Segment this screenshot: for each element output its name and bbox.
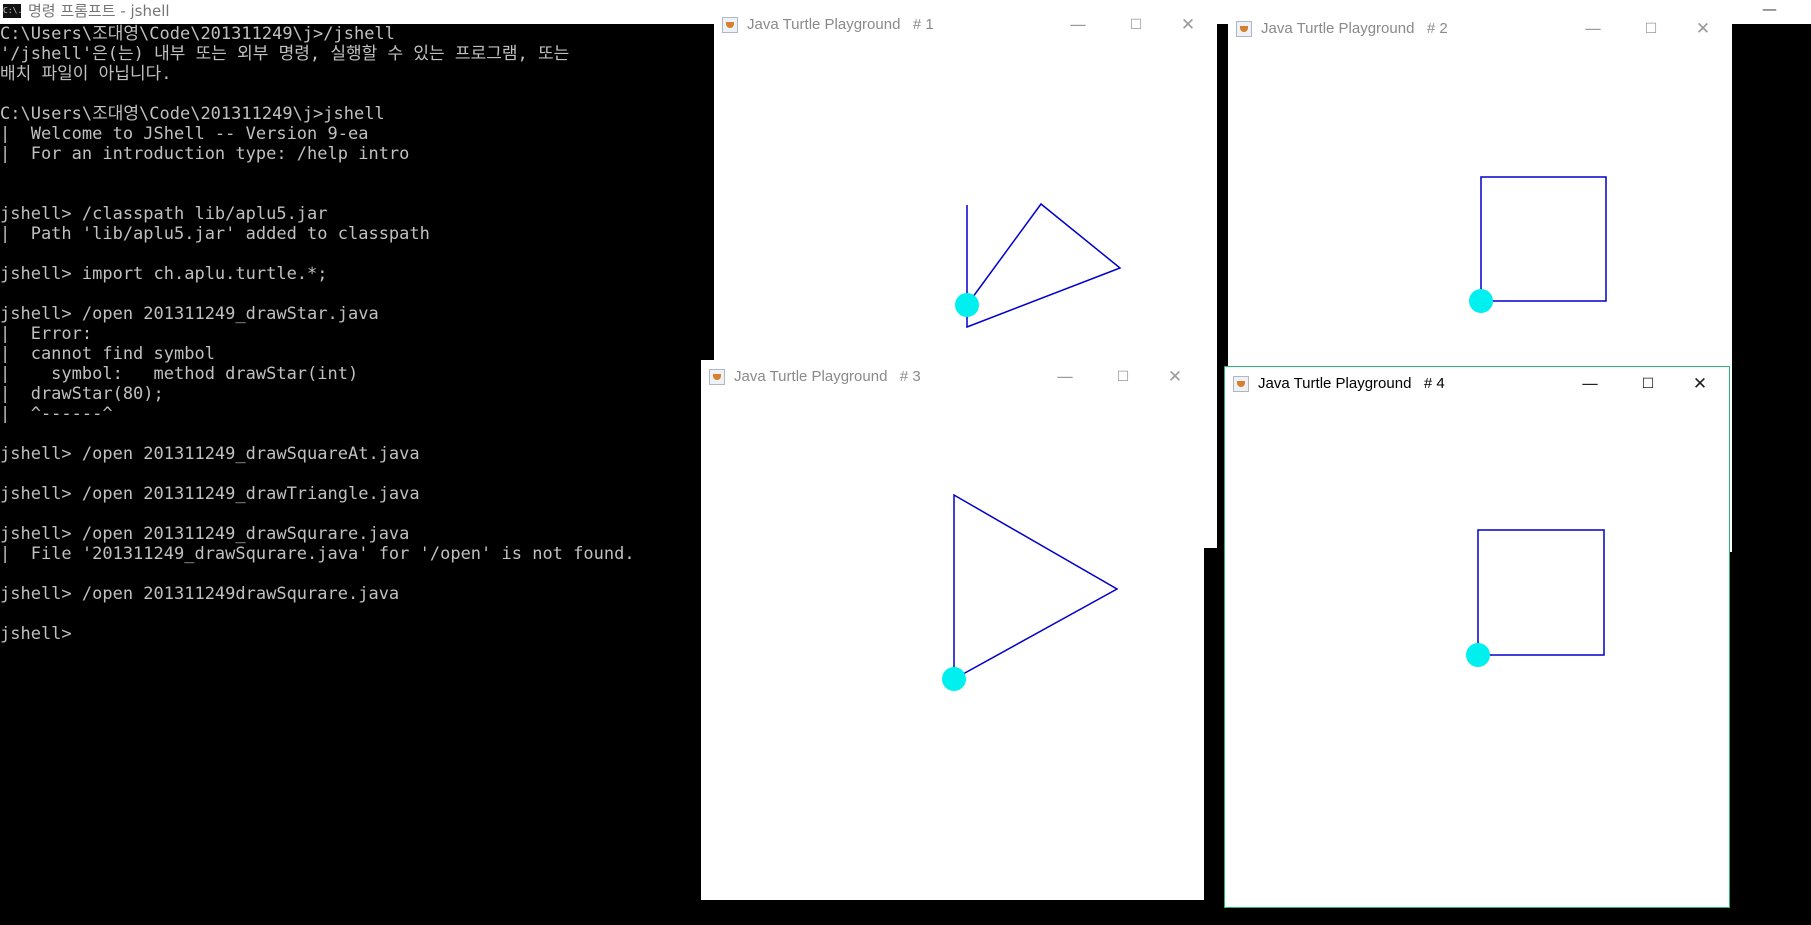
turtle-icon	[1469, 289, 1493, 313]
window-titlebar[interactable]: Java Turtle Playground # 3 — ☐ ✕	[701, 360, 1204, 394]
turtle-icon	[942, 667, 966, 691]
console-line: | For an introduction type: /help intro	[0, 144, 410, 164]
turtle-window-4[interactable]: Java Turtle Playground # 4 — ☐ ✕	[1224, 366, 1730, 908]
minimize-button[interactable]: —	[1042, 364, 1088, 390]
turtle-window-3[interactable]: Java Turtle Playground # 3 — ☐ ✕	[701, 360, 1204, 900]
java-icon	[1236, 21, 1252, 37]
turtle-canvas-4[interactable]	[1225, 401, 1729, 907]
close-button[interactable]: ✕	[1677, 371, 1723, 397]
window-titlebar[interactable]: Java Turtle Playground # 1 — ☐ ✕	[714, 8, 1217, 42]
turtle-icon	[955, 293, 979, 317]
console-line: jshell> import ch.aplu.turtle.*;	[0, 264, 328, 284]
triangle-drawing	[942, 493, 1119, 691]
window-titlebar[interactable]: Java Turtle Playground # 2 — ☐ ✕	[1228, 12, 1732, 46]
console-line: '/jshell'은(는) 내부 또는 외부 명령, 실행할 수 있는 프로그램…	[0, 44, 570, 64]
console-line: C:\Users\조대영\Code\201311249\j>/jshell	[0, 24, 395, 44]
console-line: jshell> /open 201311249_drawStar.java	[0, 304, 379, 324]
console-minimize-button[interactable]: —	[1762, 0, 1777, 20]
maximize-button[interactable]: ☐	[1100, 364, 1146, 390]
java-icon	[722, 17, 738, 33]
maximize-button[interactable]: ☐	[1628, 16, 1674, 42]
window-title: Java Turtle Playground # 3	[734, 368, 921, 385]
console-line: jshell>	[0, 624, 72, 644]
minimize-button[interactable]: —	[1570, 16, 1616, 42]
close-button[interactable]: ✕	[1152, 364, 1198, 390]
console-line: jshell> /open 201311249_drawTriangle.jav…	[0, 484, 420, 504]
java-icon	[709, 369, 725, 385]
console-title: 명령 프롬프트 - jshell	[28, 2, 170, 20]
java-icon	[1233, 376, 1249, 392]
console-line: jshell> /classpath lib/aplu5.jar	[0, 204, 328, 224]
window-title: Java Turtle Playground # 1	[747, 16, 934, 33]
maximize-button[interactable]: ☐	[1625, 371, 1671, 397]
console-output[interactable]: C:\Users\조대영\Code\201311249\j>/jshell '/j…	[0, 24, 700, 644]
console-line: 배치 파일이 아닙니다.	[0, 64, 172, 84]
turtle-icon	[1466, 643, 1490, 667]
close-button[interactable]: ✕	[1680, 16, 1726, 42]
console-line: jshell> /open 201311249_drawSquareAt.jav…	[0, 444, 420, 464]
console-line: | File '201311249_drawSqurare.java' for …	[0, 544, 635, 564]
console-line: jshell> /open 201311249_drawSqurare.java	[0, 524, 410, 544]
square-drawing	[1466, 529, 1605, 667]
minimize-button[interactable]: —	[1055, 12, 1101, 38]
console-line: | ^------^	[0, 404, 113, 424]
window-title: Java Turtle Playground # 2	[1261, 20, 1448, 37]
console-line: C:\Users\조대영\Code\201311249\j>jshell	[0, 104, 385, 124]
turtle-canvas-3[interactable]	[701, 394, 1204, 900]
console-line: | Error:	[0, 324, 93, 344]
cmd-icon: C:\.	[3, 4, 22, 18]
triangle-path	[953, 493, 1119, 680]
window-titlebar[interactable]: Java Turtle Playground # 4 — ☐ ✕	[1225, 367, 1729, 401]
star-path	[966, 202, 1122, 329]
console-line: | cannot find symbol	[0, 344, 215, 364]
minimize-button[interactable]: —	[1567, 371, 1613, 397]
console-line: | drawStar(80);	[0, 384, 164, 404]
console-line: jshell> /open 201311249drawSqurare.java	[0, 584, 400, 604]
close-button[interactable]: ✕	[1165, 12, 1211, 38]
maximize-button[interactable]: ☐	[1113, 12, 1159, 38]
console-line: | symbol: method drawStar(int)	[0, 364, 359, 384]
square-path	[1480, 176, 1607, 302]
console-line: | Path 'lib/aplu5.jar' added to classpat…	[0, 224, 430, 244]
console-line: | Welcome to JShell -- Version 9-ea	[0, 124, 369, 144]
window-title: Java Turtle Playground # 4	[1258, 375, 1445, 392]
square-path	[1477, 529, 1605, 656]
